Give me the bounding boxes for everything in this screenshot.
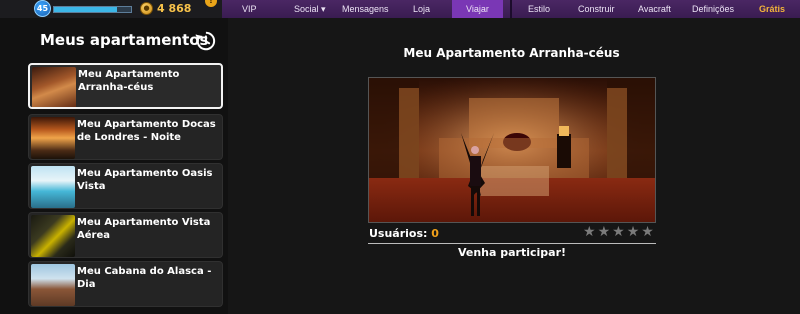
nav-social-label: Social [294,4,319,14]
apartments-sidebar: Meus apartamentos Meu Apartamento Arranh… [0,18,228,314]
chevron-down-icon: ▾ [318,4,326,14]
apartment-thumbnail [31,264,75,306]
apartment-card[interactable]: Meu Apartamento Vista Aérea [28,212,223,258]
nav-divider [510,0,512,18]
nav-loja[interactable]: Loja [413,4,430,14]
nav-avacraft[interactable]: Avacraft [638,4,671,14]
history-icon[interactable] [194,30,216,52]
nav-social[interactable]: Social ▾ [294,4,326,15]
xp-bar [53,6,132,13]
apartment-card[interactable]: Meu Apartamento Docas de Londres - Noite [28,114,223,160]
nav-vip[interactable]: VIP [242,4,257,14]
apartment-thumbnail [32,67,76,107]
apartment-thumbnail [31,166,75,208]
star-icon[interactable]: ★ [641,225,654,239]
star-icon[interactable]: ★ [627,225,640,239]
xp-bar-fill [54,7,118,12]
nav-construir[interactable]: Construir [578,4,615,14]
coin-icon: ● [140,2,153,15]
users-count: 0 [431,227,439,240]
join-button[interactable]: Venha participar! [368,246,656,259]
nav-estilo[interactable]: Estilo [528,4,550,14]
divider [368,243,656,244]
apartment-card[interactable]: Meu Cabana do Alasca - Dia [28,261,223,307]
main-nav: VIP Social ▾ Mensagens Loja Viajar Estil… [222,0,800,18]
sidebar-title: Meus apartamentos [40,31,209,49]
users-label: Usuários: [369,227,428,240]
apartment-card[interactable]: Meu Apartamento Oasis Vista [28,163,223,209]
apartment-name: Meu Apartamento Docas de Londres - Noite [77,119,216,143]
rating-stars[interactable]: ★ ★ ★ ★ ★ [583,225,654,239]
player-status: 45 ● 4 868 ! [0,0,222,18]
star-icon[interactable]: ★ [598,225,611,239]
apartment-thumbnail [31,117,75,159]
star-icon[interactable]: ★ [612,225,625,239]
apartment-name: Meu Apartamento Oasis Vista [77,168,213,192]
star-icon[interactable]: ★ [583,225,596,239]
apartment-card[interactable]: Meu Apartamento Arranha-céus [28,63,223,109]
apartment-name: Meu Cabana do Alasca - Dia [77,266,212,290]
apartment-name: Meu Apartamento Vista Aérea [77,217,211,241]
notification-icon[interactable]: ! [205,0,217,7]
room-title: Meu Apartamento Arranha-céus [403,46,620,60]
room-preview-image [368,77,656,223]
apartment-name: Meu Apartamento Arranha-céus [78,69,180,93]
nav-mensagens[interactable]: Mensagens [342,4,389,14]
top-bar: 45 ● 4 868 ! VIP Social ▾ Mensagens Loja… [0,0,800,18]
coin-balance[interactable]: 4 868 [157,2,191,15]
level-badge[interactable]: 45 [34,0,51,17]
nav-gratis[interactable]: Grátis [759,4,785,14]
users-count-label: Usuários: 0 [369,227,439,240]
room-scene [369,78,655,222]
nav-definicoes[interactable]: Definições [692,4,734,14]
nav-viajar[interactable]: Viajar [452,0,503,18]
apartment-thumbnail [31,215,75,257]
